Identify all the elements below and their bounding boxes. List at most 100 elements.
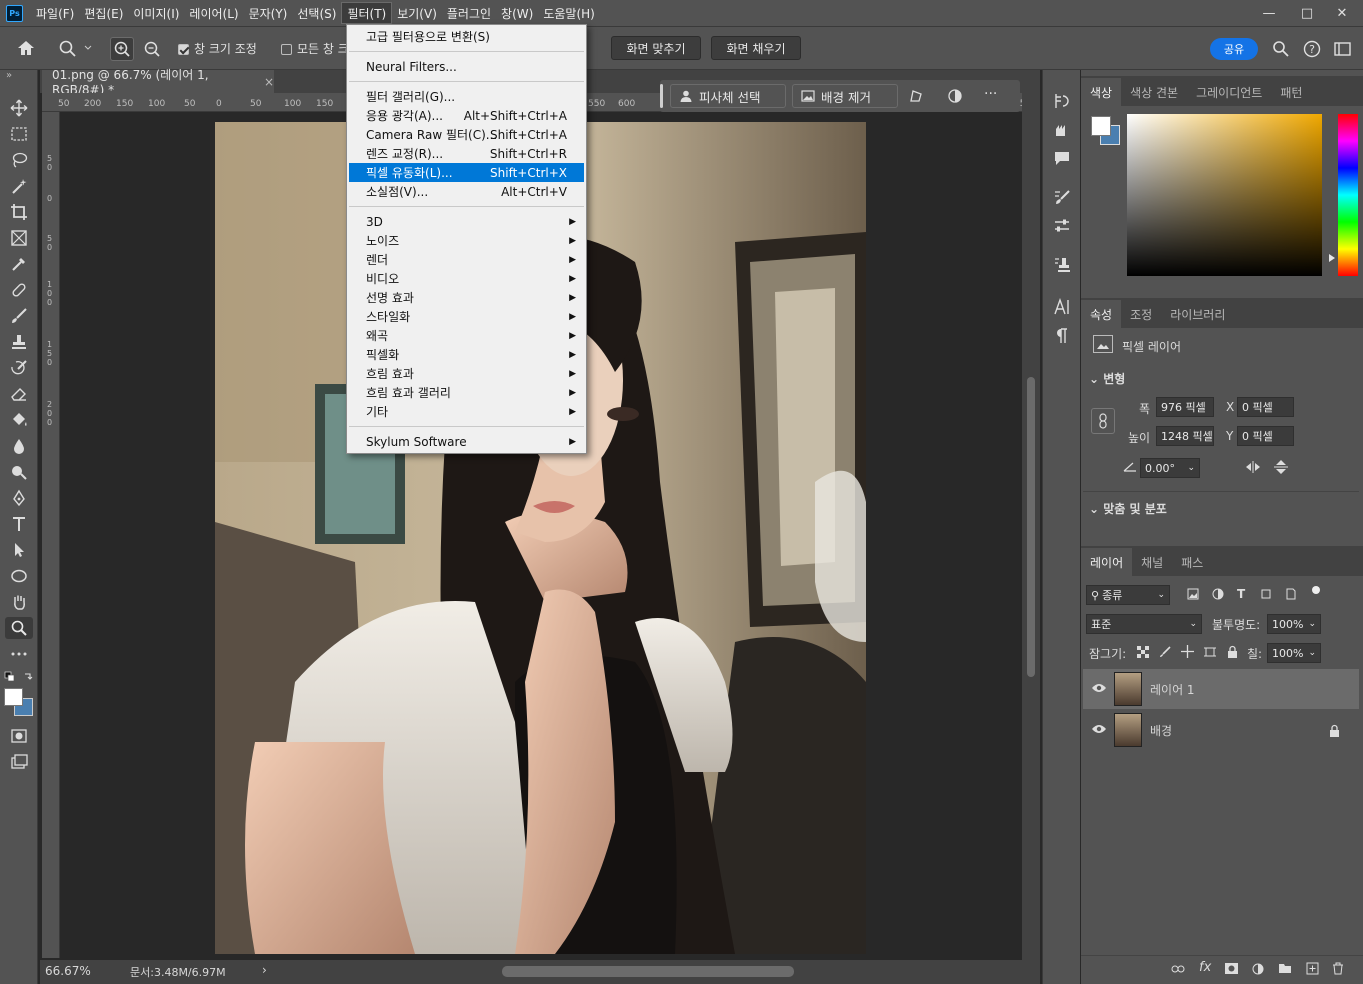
drag-handle-icon[interactable]	[660, 84, 663, 108]
eyedropper-tool-icon[interactable]	[5, 253, 33, 275]
clone-stamp-tool-icon[interactable]	[5, 331, 33, 353]
layer-name[interactable]: 레이어 1	[1150, 681, 1195, 698]
clone-source-icon[interactable]	[1053, 256, 1071, 274]
filter-menu-item[interactable]: Camera Raw 필터(C)... Shift+Ctrl+A	[349, 125, 584, 144]
status-menu-arrow-icon[interactable]: ›	[262, 963, 267, 977]
dodge-tool-icon[interactable]	[5, 461, 33, 483]
x-field[interactable]: 0 픽셀	[1237, 397, 1294, 417]
hue-slider[interactable]	[1338, 114, 1358, 276]
path-selection-tool-icon[interactable]	[5, 539, 33, 561]
menu-edit[interactable]: 편집(E)	[79, 2, 128, 24]
brush-tool-icon[interactable]	[5, 305, 33, 327]
transform-section-header[interactable]: ⌄ 변형	[1089, 370, 1125, 387]
filter-menu-item[interactable]: 소실점(V)... Alt+Ctrl+V	[349, 182, 584, 201]
filter-menu-item[interactable]: 필터 갤러리(G)...	[349, 87, 584, 106]
tab-color[interactable]: 색상	[1081, 78, 1122, 106]
home-icon[interactable]	[16, 39, 36, 57]
filter-adjustment-icon[interactable]	[1212, 588, 1224, 600]
default-colors-icon[interactable]	[4, 671, 34, 687]
filter-menu-item[interactable]: 픽셀화 ▶	[349, 345, 584, 364]
add-mask-icon[interactable]	[1225, 963, 1238, 974]
history-panel-icon[interactable]	[1053, 92, 1071, 110]
lock-position-icon[interactable]	[1181, 645, 1194, 658]
filter-menu-item[interactable]: Neural Filters...	[349, 57, 584, 76]
actions-panel-icon[interactable]	[1053, 122, 1071, 138]
width-field[interactable]: 976 픽셀	[1156, 397, 1214, 417]
remove-background-button[interactable]: 배경 제거	[792, 84, 898, 108]
tab-channels[interactable]: 채널	[1132, 548, 1172, 576]
magic-wand-tool-icon[interactable]	[5, 175, 33, 197]
comments-panel-icon[interactable]	[1053, 150, 1071, 166]
zoom-level[interactable]: 66.67%	[45, 964, 91, 978]
layer-name[interactable]: 배경	[1150, 722, 1172, 739]
zoom-out-mode-icon[interactable]	[141, 38, 163, 60]
more-options-icon[interactable]: ···	[984, 86, 997, 102]
link-dimensions-icon[interactable]	[1091, 408, 1115, 434]
opacity-field[interactable]: 100% ⌄	[1267, 614, 1321, 634]
crop-tool-icon[interactable]	[5, 201, 33, 223]
filter-menu-item[interactable]: 렌즈 교정(R)... Shift+Ctrl+R	[349, 144, 584, 163]
menu-plugins[interactable]: 플러그인	[442, 2, 496, 24]
tab-paths[interactable]: 패스	[1172, 548, 1212, 576]
filter-menu-item[interactable]: 흐림 효과 ▶	[349, 364, 584, 383]
filter-shape-icon[interactable]	[1260, 588, 1272, 600]
select-subject-button[interactable]: 피사체 선택	[670, 84, 786, 108]
menu-view[interactable]: 보기(V)	[392, 2, 442, 24]
delete-layer-icon[interactable]	[1332, 962, 1344, 975]
share-button[interactable]: 공유	[1210, 38, 1258, 60]
zoom-tool-icon[interactable]	[5, 617, 33, 639]
horizontal-scrollbar-thumb[interactable]	[502, 966, 794, 977]
blur-tool-icon[interactable]	[5, 435, 33, 457]
lock-pixels-icon[interactable]	[1159, 646, 1171, 658]
tab-patterns[interactable]: 패턴	[1271, 78, 1311, 106]
blend-mode-select[interactable]: 표준 ⌄	[1086, 614, 1202, 634]
menu-file[interactable]: 파일(F)	[31, 2, 79, 24]
healing-brush-tool-icon[interactable]	[5, 279, 33, 301]
help-icon[interactable]: ?	[1303, 40, 1321, 58]
menu-help[interactable]: 도움말(H)	[538, 2, 600, 24]
angle-field[interactable]: 0.00° ⌄	[1140, 458, 1200, 478]
fit-screen-button[interactable]: 화면 맞추기	[611, 36, 701, 60]
filter-pixel-icon[interactable]	[1187, 588, 1199, 600]
foreground-color-swatch[interactable]	[4, 688, 23, 706]
vertical-scrollbar[interactable]	[1022, 93, 1040, 963]
filter-menu-item[interactable]: 고급 필터용으로 변환(S)	[349, 27, 584, 46]
resize-windows-checkbox[interactable]: 창 크기 조정	[178, 40, 257, 57]
fill-screen-button[interactable]: 화면 채우기	[711, 36, 801, 60]
filter-menu-item[interactable]: Skylum Software ▶	[349, 432, 584, 451]
brush-settings-icon[interactable]	[1053, 188, 1071, 206]
new-layer-icon[interactable]	[1306, 962, 1319, 975]
menu-filter[interactable]: 필터(T)	[341, 2, 393, 24]
more-tools-icon[interactable]	[5, 643, 33, 665]
filter-menu-item[interactable]: 응용 광각(A)... Alt+Shift+Ctrl+A	[349, 106, 584, 125]
filter-menu-item[interactable]: 흐림 효과 갤러리 ▶	[349, 383, 584, 402]
new-adjustment-icon[interactable]	[1252, 963, 1264, 975]
layer-filter-kind[interactable]: ⚲ 종류 ⌄	[1086, 585, 1170, 605]
filter-menu-item[interactable]: 렌더 ▶	[349, 250, 584, 269]
y-field[interactable]: 0 픽셀	[1237, 426, 1294, 446]
scrollbar-thumb[interactable]	[1027, 377, 1035, 677]
close-tab-icon[interactable]: ×	[264, 75, 274, 89]
visibility-eye-icon[interactable]	[1091, 682, 1107, 694]
transform-icon[interactable]	[908, 88, 924, 104]
tab-gradients[interactable]: 그레이디언트	[1187, 78, 1271, 106]
pen-tool-icon[interactable]	[5, 487, 33, 509]
tab-libraries[interactable]: 라이브러리	[1161, 300, 1234, 328]
link-layers-icon[interactable]	[1171, 964, 1185, 974]
filter-type-icon[interactable]: T	[1237, 587, 1245, 601]
layer-style-fx-icon[interactable]: fx	[1199, 960, 1211, 975]
flip-vertical-icon[interactable]	[1273, 459, 1289, 475]
ellipse-tool-icon[interactable]	[5, 565, 33, 587]
all-windows-checkbox[interactable]: 모든 창 크	[281, 40, 349, 57]
type-tool-icon[interactable]	[5, 513, 33, 535]
layer-row-background[interactable]: 배경	[1083, 710, 1359, 750]
hand-tool-icon[interactable]	[5, 591, 33, 613]
screen-mode-icon[interactable]	[5, 751, 33, 773]
filter-smart-object-icon[interactable]	[1285, 588, 1297, 600]
history-brush-tool-icon[interactable]	[5, 357, 33, 379]
menu-image[interactable]: 이미지(I)	[128, 2, 184, 24]
zoom-in-mode-icon[interactable]	[110, 37, 134, 61]
hue-slider-handle-icon[interactable]	[1329, 254, 1335, 262]
tab-swatches[interactable]: 색상 견본	[1121, 78, 1187, 106]
move-tool-icon[interactable]	[5, 97, 33, 119]
